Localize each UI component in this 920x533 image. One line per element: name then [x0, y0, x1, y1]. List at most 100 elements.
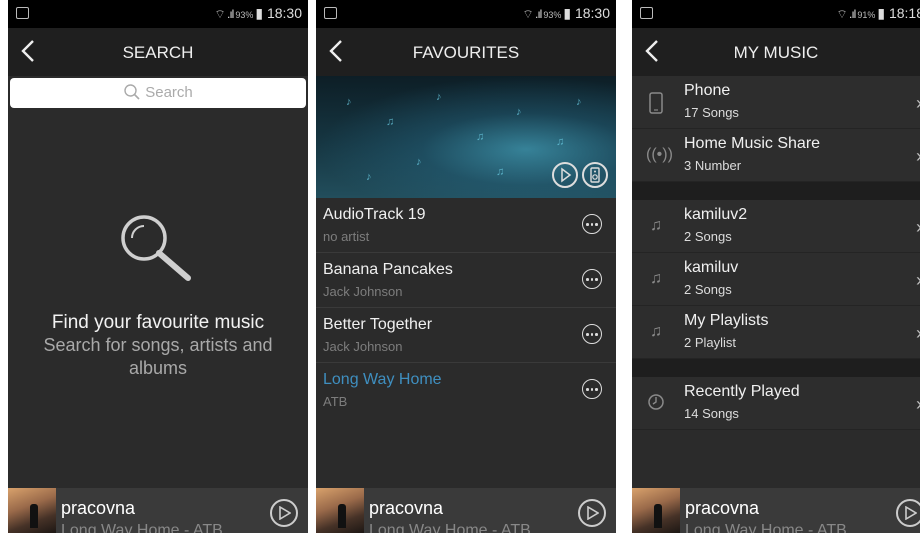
- music-note-icon: ♫: [650, 217, 662, 234]
- battery-percent: 93%: [235, 10, 254, 20]
- album-art: [316, 488, 364, 533]
- status-bar: ⌔ .ıl 93% ▮ 18:30: [316, 0, 616, 28]
- play-button[interactable]: [896, 499, 920, 527]
- more-options-button[interactable]: [582, 379, 602, 399]
- item-title: Phone: [684, 82, 731, 99]
- item-subtitle: 14 Songs: [684, 406, 739, 421]
- clock-text: 18:30: [266, 5, 302, 21]
- top-bar: SEARCH: [8, 28, 308, 76]
- favourites-banner-image: ♪ ♫ ♪ ♫ ♪ ♫ ♪ ♫ ♪ ♪: [316, 76, 616, 198]
- page-title: FAVOURITES: [412, 43, 520, 62]
- page-title: SEARCH: [122, 43, 194, 62]
- player-title: pracovna: [61, 498, 136, 518]
- chevron-right-icon: ›: [916, 93, 920, 114]
- clock-icon: [646, 393, 666, 413]
- search-illustration-icon: [118, 212, 198, 289]
- item-subtitle: 2 Songs: [684, 229, 732, 244]
- play-icon: [561, 167, 572, 183]
- play-button[interactable]: [578, 499, 606, 527]
- battery-percent: 93%: [543, 10, 562, 20]
- item-title: Home Music Share: [684, 135, 821, 152]
- track-row[interactable]: Banana Pancakes Jack Johnson: [316, 253, 616, 308]
- clock-text: 18:18: [888, 5, 920, 21]
- more-options-button[interactable]: [582, 214, 602, 234]
- list-item-my-playlists[interactable]: ♫ My Playlists 2 Playlist ›: [632, 306, 920, 359]
- top-bar: FAVOURITES: [316, 28, 616, 76]
- item-subtitle: 17 Songs: [684, 105, 739, 120]
- page-title: MY MUSIC: [733, 43, 819, 62]
- player-title: pracovna: [685, 498, 760, 518]
- chevron-right-icon: ›: [916, 217, 920, 238]
- play-icon: [587, 506, 599, 520]
- track-row[interactable]: AudioTrack 19 no artist: [316, 198, 616, 253]
- top-bar: MY MUSIC: [632, 28, 920, 76]
- track-artist: no artist: [323, 229, 370, 244]
- search-placeholder: Search: [145, 84, 193, 101]
- item-subtitle: 2 Songs: [684, 282, 732, 297]
- track-row-playing[interactable]: Long Way Home ATB: [316, 363, 616, 417]
- phone-icon: [646, 92, 666, 114]
- notification-icon: [640, 7, 653, 19]
- track-title: Better Together: [323, 316, 433, 333]
- track-title: Long Way Home: [323, 371, 442, 388]
- list-item-home-music-share[interactable]: ((•)) Home Music Share 3 Number ›: [632, 129, 920, 182]
- search-input[interactable]: Search: [10, 78, 306, 108]
- signal-icon: ⌔ .ıl: [522, 7, 542, 21]
- status-bar: ⌔ .ıl91%▮ 18:18: [632, 0, 920, 28]
- mini-player[interactable]: pracovna Long Way Home - ATB: [316, 488, 616, 533]
- play-icon: [279, 506, 291, 520]
- mini-player[interactable]: pracovna Long Way Home - ATB: [8, 488, 308, 533]
- chevron-right-icon: ›: [916, 270, 920, 291]
- broadcast-icon: ((•)): [646, 146, 673, 163]
- notification-icon: [16, 7, 29, 19]
- battery-percent: 91%: [857, 10, 876, 20]
- speaker-button[interactable]: [582, 162, 608, 188]
- track-artist: Jack Johnson: [323, 284, 403, 299]
- item-subtitle: 3 Number: [684, 158, 742, 173]
- section-divider: [632, 359, 920, 377]
- search-screen: ⌔ .ıl 93% ▮ 18:30 SEARCH Search Find your …: [8, 0, 308, 533]
- play-all-button[interactable]: [552, 162, 578, 188]
- track-title: AudioTrack 19: [323, 206, 426, 223]
- more-options-button[interactable]: [582, 324, 602, 344]
- battery-icon: ▮: [877, 5, 886, 21]
- list-item-playlist[interactable]: ♫ kamiluv 2 Songs ›: [632, 253, 920, 306]
- play-button[interactable]: [270, 499, 298, 527]
- empty-state-title: Find your favourite music: [51, 312, 265, 333]
- music-note-icon: ♫: [650, 323, 662, 340]
- track-row[interactable]: Better Together Jack Johnson: [316, 308, 616, 363]
- chevron-right-icon: ›: [916, 394, 920, 415]
- music-note-icon: ♫: [650, 270, 662, 287]
- status-bar: ⌔ .ıl 93% ▮ 18:30: [8, 0, 308, 28]
- item-title: kamiluv2: [684, 206, 748, 223]
- player-subtitle: Long Way Home - ATB: [61, 522, 223, 533]
- list-item-recently-played[interactable]: Recently Played 14 Songs ›: [632, 377, 920, 430]
- list-item-phone[interactable]: Phone 17 Songs ›: [632, 76, 920, 129]
- my-music-screen: ⌔ .ıl91%▮ 18:18 MY MUSIC Phone 17 Songs …: [632, 0, 920, 533]
- track-artist: Jack Johnson: [323, 339, 403, 354]
- more-options-button[interactable]: [582, 269, 602, 289]
- item-subtitle: 2 Playlist: [684, 335, 737, 350]
- clock-text: 18:30: [574, 5, 610, 21]
- album-art: [632, 488, 680, 533]
- chevron-right-icon: ›: [916, 323, 920, 344]
- speaker-icon: [590, 167, 600, 183]
- item-title: My Playlists: [684, 312, 769, 329]
- track-title: Banana Pancakes: [323, 261, 453, 278]
- player-title: pracovna: [369, 498, 444, 518]
- battery-icon: ▮: [563, 5, 572, 21]
- track-artist: ATB: [323, 394, 348, 409]
- signal-icon: ⌔ .ıl: [836, 7, 856, 21]
- player-subtitle: Long Way Home - ATB: [685, 522, 847, 533]
- notification-icon: [324, 7, 337, 19]
- signal-icon: ⌔ .ıl: [214, 7, 234, 21]
- item-title: kamiluv: [684, 259, 739, 276]
- section-divider: [632, 182, 920, 200]
- battery-icon: ▮: [255, 5, 264, 21]
- play-icon: [905, 506, 917, 520]
- list-item-playlist[interactable]: ♫ kamiluv2 2 Songs ›: [632, 200, 920, 253]
- mini-player[interactable]: pracovna Long Way Home - ATB: [632, 488, 920, 533]
- empty-state-subtitle: Search for songs, artists and albums: [43, 335, 273, 378]
- album-art: [8, 488, 56, 533]
- search-icon: [124, 84, 140, 100]
